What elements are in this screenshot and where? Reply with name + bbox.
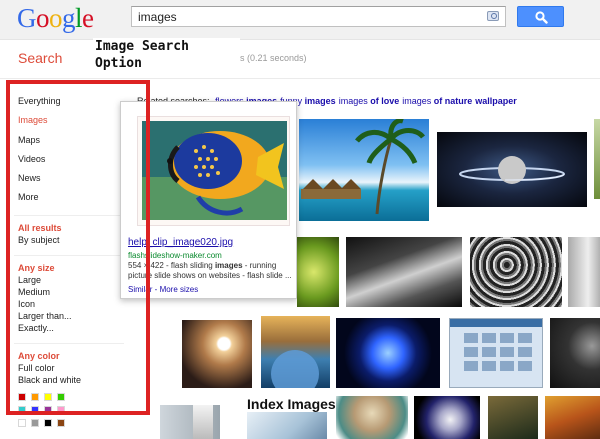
logo-letter: o [49, 3, 63, 33]
search-box[interactable] [131, 6, 506, 27]
angelfish-image [142, 121, 287, 220]
color-swatch[interactable] [31, 406, 39, 414]
image-result[interactable] [346, 237, 462, 307]
magnifier-icon [535, 11, 548, 24]
index-images-graphic[interactable] [247, 412, 327, 439]
related-link-bold: of nature [433, 96, 473, 106]
search-type-nav: Everything Images Maps Videos News More [18, 92, 133, 208]
screenshot-grid-image [450, 319, 542, 371]
image-result[interactable] [193, 405, 213, 439]
filter-by-subject[interactable]: By subject [18, 234, 133, 246]
desc-bold: images [214, 261, 243, 270]
sidebar-item-news[interactable]: News [18, 169, 133, 188]
size-icon[interactable]: Icon [18, 298, 133, 310]
color-swatch[interactable] [18, 393, 26, 401]
divider [14, 342, 124, 344]
search-input[interactable] [132, 7, 472, 26]
logo-letter: G [17, 3, 37, 33]
image-title-link[interactable]: help_clip_image020.jpg [128, 237, 233, 248]
image-result[interactable] [550, 318, 600, 388]
size-exactly[interactable]: Exactly... [18, 322, 133, 334]
desc-text: 554 × 422 - flash sliding [128, 261, 215, 270]
related-link-text: images [402, 96, 432, 106]
related-search-link[interactable]: images of love [339, 96, 400, 106]
related-search-link[interactable]: images of nature [402, 96, 472, 106]
index-images-title: Index Images [247, 396, 336, 412]
sidebar-item-images[interactable]: Images [18, 111, 133, 130]
image-result[interactable] [182, 320, 252, 388]
more-sizes-link[interactable]: More sizes [160, 285, 199, 294]
color-swatch[interactable] [31, 419, 39, 427]
image-result[interactable] [470, 237, 562, 307]
filter-results-heading[interactable]: All results [18, 222, 133, 234]
link-separator: - [152, 285, 160, 294]
color-swatch[interactable] [18, 419, 26, 427]
fish-image[interactable] [137, 116, 290, 226]
sidebar-item-everything[interactable]: Everything [18, 92, 133, 111]
card-links: Similar - More sizes [128, 285, 198, 294]
filter-size-heading[interactable]: Any size [18, 262, 133, 274]
related-link-text: images [338, 96, 368, 106]
sidebar-item-videos[interactable]: Videos [18, 150, 133, 169]
image-result[interactable] [568, 237, 600, 307]
related-link-bold: of love [370, 96, 400, 106]
image-result[interactable] [414, 396, 480, 439]
color-black-white[interactable]: Black and white [18, 374, 133, 386]
planet-sunset-image [271, 350, 319, 388]
google-logo[interactable]: Google [17, 3, 94, 34]
logo-letter: o [36, 3, 50, 33]
filter-color-heading[interactable]: Any color [18, 350, 133, 362]
logo-letter: l [75, 3, 83, 33]
image-result[interactable] [297, 237, 339, 307]
result-stats: s (0.21 seconds) [240, 53, 307, 63]
image-result[interactable] [336, 396, 408, 439]
search-section-label: Search [18, 50, 63, 66]
size-large[interactable]: Large [18, 274, 133, 286]
color-swatch[interactable] [57, 419, 65, 427]
sidebar-item-maps[interactable]: Maps [18, 131, 133, 150]
image-preview-card[interactable]: help_clip_image020.jpg flashslideshow-ma… [120, 101, 297, 299]
color-swatch[interactable] [57, 406, 65, 414]
image-result[interactable] [299, 119, 429, 221]
color-swatch[interactable] [18, 406, 26, 414]
size-larger-than[interactable]: Larger than... [18, 310, 133, 322]
sidebar-item-more[interactable]: More [18, 188, 133, 207]
palm-beach-image [301, 119, 425, 215]
color-swatch[interactable] [44, 406, 52, 414]
related-link-bold: wallpaper [475, 96, 517, 106]
size-medium[interactable]: Medium [18, 286, 133, 298]
image-source-url[interactable]: flashslideshow-maker.com [128, 251, 222, 260]
image-result[interactable] [437, 132, 587, 207]
left-sidebar: Everything Images Maps Videos News More All r… [14, 92, 133, 386]
related-search-link[interactable]: wallpaper [475, 96, 517, 106]
image-description: 554 × 422 - flash sliding images - runni… [128, 261, 294, 281]
top-bar: Google [0, 0, 600, 40]
similar-link[interactable]: Similar [128, 285, 152, 294]
logo-letter: e [82, 3, 94, 33]
color-swatch[interactable] [44, 393, 52, 401]
color-swatch[interactable] [44, 419, 52, 427]
color-swatch[interactable] [31, 393, 39, 401]
divider [14, 254, 124, 256]
image-result[interactable] [261, 316, 330, 388]
logo-letter: g [62, 3, 76, 33]
annotation-label: Image Search Option [93, 38, 240, 74]
image-result[interactable] [594, 119, 600, 199]
camera-icon[interactable] [487, 11, 499, 21]
related-link-bold: images [304, 96, 336, 106]
color-full[interactable]: Full color [18, 362, 133, 374]
image-result[interactable] [336, 318, 440, 388]
image-result[interactable] [449, 318, 543, 388]
color-swatch[interactable] [57, 393, 65, 401]
divider [14, 214, 124, 216]
image-result[interactable] [488, 396, 538, 439]
planet-image [459, 156, 565, 184]
search-button[interactable] [517, 6, 564, 27]
image-result[interactable] [545, 396, 600, 439]
